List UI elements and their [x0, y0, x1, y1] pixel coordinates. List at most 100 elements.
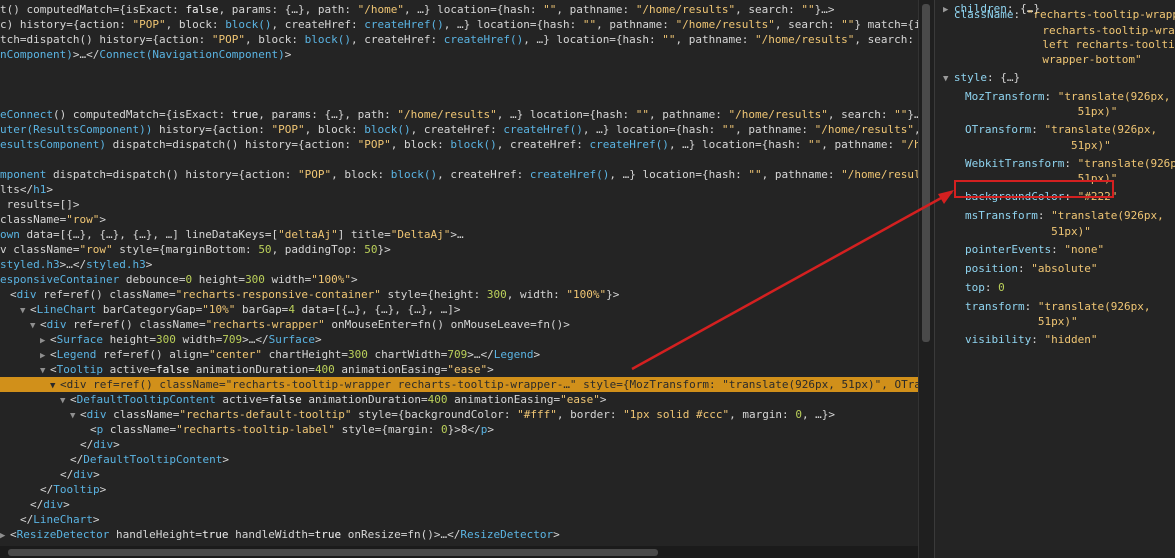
tree-row[interactable]: </DefaultTooltipContent> — [0, 452, 918, 467]
expand-triangle-icon[interactable]: ▶ — [0, 529, 10, 542]
tree-row[interactable]: </div> — [0, 497, 918, 512]
tree-row[interactable]: lts</h1> — [0, 182, 918, 197]
tree-token: debounce= — [119, 273, 186, 286]
tree-row[interactable]: c) history={action: "POP", block: block(… — [0, 17, 918, 32]
tree-row[interactable]: styled.h3>…</styled.h3> — [0, 257, 918, 272]
collapse-triangle-icon[interactable]: ▼ — [40, 364, 50, 377]
tree-row[interactable]: ▶ <ResizeDetector handleHeight=true handl… — [0, 527, 918, 542]
tree-token: "DeltaAj" — [390, 228, 451, 241]
tree-row[interactable]: <p className="recharts-tooltip-label" st… — [0, 422, 918, 437]
tree-token: "" — [841, 18, 855, 31]
tree-token: "" — [582, 18, 597, 31]
collapse-triangle-icon[interactable]: ▼ — [20, 304, 30, 317]
tree-token: h1 — [33, 183, 47, 196]
prop-row[interactable]: visibility: "hidden" — [935, 333, 1175, 349]
tree-row[interactable]: ▶ <Legend ref=ref() align="center" chartH… — [0, 347, 918, 362]
prop-value[interactable]: "hidden" — [1044, 333, 1097, 346]
tree-row[interactable]: mponent dispatch=dispatch() history={act… — [0, 167, 918, 182]
tree-row[interactable]: ▼ <div className="recharts-default-toolti… — [0, 407, 918, 422]
tree-row[interactable]: uter(ResultsComponent)) history={action:… — [0, 122, 918, 137]
prop-row[interactable]: transform: "translate(926px, 51px)" — [935, 300, 1175, 330]
prop-row[interactable]: className: "recharts-tooltip-wrapper rec… — [935, 8, 1175, 67]
tree-token: , createHref: — [271, 18, 365, 31]
prop-row[interactable]: msTransform: "translate(926px, 51px)" — [935, 209, 1175, 239]
tree-row[interactable]: </div> — [0, 467, 918, 482]
tree-row[interactable]: esponsiveContainer debounce=0 height=300… — [0, 272, 918, 287]
tree-token: block() — [450, 138, 497, 151]
prop-value[interactable]: 0 — [998, 281, 1005, 294]
tree-token: Surface — [268, 333, 315, 346]
collapse-triangle-icon[interactable]: ▼ — [943, 74, 954, 84]
tree-token: </ — [40, 483, 54, 496]
tree-row[interactable]: </div> — [0, 437, 918, 452]
tree-row[interactable] — [0, 77, 918, 92]
tree-token: nComponent) — [0, 48, 73, 61]
prop-colon: : — [1037, 209, 1052, 222]
tree-row[interactable]: nComponent)>…</Connect(NavigationCompone… — [0, 47, 918, 62]
tree-row[interactable] — [0, 152, 918, 167]
tree-row-selected[interactable]: ▼ <div ref=ref() className="recharts-tool… — [0, 377, 918, 392]
tree-row[interactable]: esultsComponent) dispatch=dispatch() his… — [0, 137, 918, 152]
tree-row[interactable]: own data=[{…}, {…}, {…}, …] lineDataKeys… — [0, 227, 918, 242]
tree-token: , …} location={hash: — [443, 18, 583, 31]
tree-token: "POP" — [357, 138, 391, 151]
scrollbar-thumb[interactable] — [8, 549, 658, 556]
prop-row[interactable]: OTransform: "translate(926px, 51px)" — [935, 123, 1175, 153]
prop-row[interactable]: ▼ style: {…} — [935, 71, 1175, 87]
prop-row[interactable]: pointerEvents: "none" — [935, 243, 1175, 259]
tree-token: , …}> — [801, 408, 836, 421]
tree-row[interactable]: eConnect() computedMatch={isExact: true,… — [0, 107, 918, 122]
expand-triangle-icon[interactable]: ▶ — [40, 349, 50, 362]
tree-row[interactable]: ▼ <LineChart barCategoryGap="10%" barGap=… — [0, 302, 918, 317]
expand-triangle-icon[interactable]: ▶ — [40, 334, 50, 347]
vertical-scrollbar[interactable] — [918, 0, 934, 558]
tree-token: v className= — [0, 243, 80, 256]
collapse-triangle-icon[interactable]: ▼ — [60, 394, 70, 407]
tree-token: > — [487, 423, 495, 436]
tree-token: , …} location={hash: — [582, 123, 722, 136]
tree-token: block() — [304, 33, 352, 46]
prop-colon: : — [1017, 261, 1032, 275]
prop-row[interactable]: WebkitTransform: "translate(926px, 51px)… — [935, 157, 1175, 187]
tree-row[interactable]: <div ref=ref() className="recharts-respo… — [0, 287, 918, 302]
tree-row[interactable]: t() computedMatch={isExact: false, param… — [0, 2, 918, 17]
tree-row[interactable]: v className="row" style={marginBottom: 5… — [0, 242, 918, 257]
tree-token: Connect(NavigationComponent) — [99, 48, 285, 61]
tree-token: < — [50, 363, 57, 376]
prop-value[interactable]: "#222" — [1078, 190, 1118, 203]
collapse-triangle-icon[interactable]: ▼ — [70, 409, 80, 422]
tree-token: 300 — [486, 288, 507, 301]
scrollbar-thumb[interactable] — [922, 4, 930, 342]
component-tree[interactable]: t() computedMatch={isExact: false, param… — [0, 0, 918, 546]
prop-value[interactable]: "absolute" — [1031, 262, 1097, 275]
tree-row[interactable] — [0, 62, 918, 77]
tree-row[interactable] — [0, 92, 918, 107]
tree-row[interactable]: </LineChart> — [0, 512, 918, 527]
prop-row[interactable]: top: 0 — [935, 281, 1175, 297]
tree-token: tch=dispatch() history={action: — [0, 33, 212, 46]
tree-token: >…</ — [467, 348, 494, 361]
tree-token: ref=ref() className= — [66, 318, 206, 331]
prop-row[interactable]: MozTransform: "translate(926px, 51px)" — [935, 90, 1175, 120]
prop-row-highlighted[interactable]: backgroundColor: "#222" — [935, 190, 1175, 206]
tree-token: barGap= — [235, 303, 289, 316]
tree-token: , …} location={hash: — [523, 33, 663, 46]
tree-row[interactable]: ▶ <Surface height=300 width=709>…</Surfac… — [0, 332, 918, 347]
tree-token: "row" — [79, 243, 113, 256]
prop-row[interactable]: position: "absolute" — [935, 262, 1175, 278]
prop-value[interactable]: "none" — [1064, 243, 1104, 256]
collapse-triangle-icon[interactable]: ▼ — [30, 319, 40, 332]
tree-row[interactable]: ▼ <Tooltip active=false animationDuration… — [0, 362, 918, 377]
tree-row[interactable]: ▼ <div ref=ref() className="recharts-wrap… — [0, 317, 918, 332]
prop-value[interactable]: {…} — [1000, 71, 1020, 84]
collapse-triangle-icon[interactable]: ▼ — [50, 379, 60, 392]
tree-row[interactable]: ▼ <DefaultTooltipContent active=false ani… — [0, 392, 918, 407]
tree-row[interactable]: </Tooltip> — [0, 482, 918, 497]
prop-key: backgroundColor — [965, 190, 1065, 203]
tree-row[interactable]: results=[]> — [0, 197, 918, 212]
tree-row[interactable]: className="row"> — [0, 212, 918, 227]
tree-row[interactable]: tch=dispatch() history={action: "POP", b… — [0, 32, 918, 47]
horizontal-scrollbar[interactable] — [0, 546, 918, 558]
tree-token: t() computedMatch={isExact: — [0, 3, 186, 16]
tree-token: "center" — [208, 348, 262, 361]
